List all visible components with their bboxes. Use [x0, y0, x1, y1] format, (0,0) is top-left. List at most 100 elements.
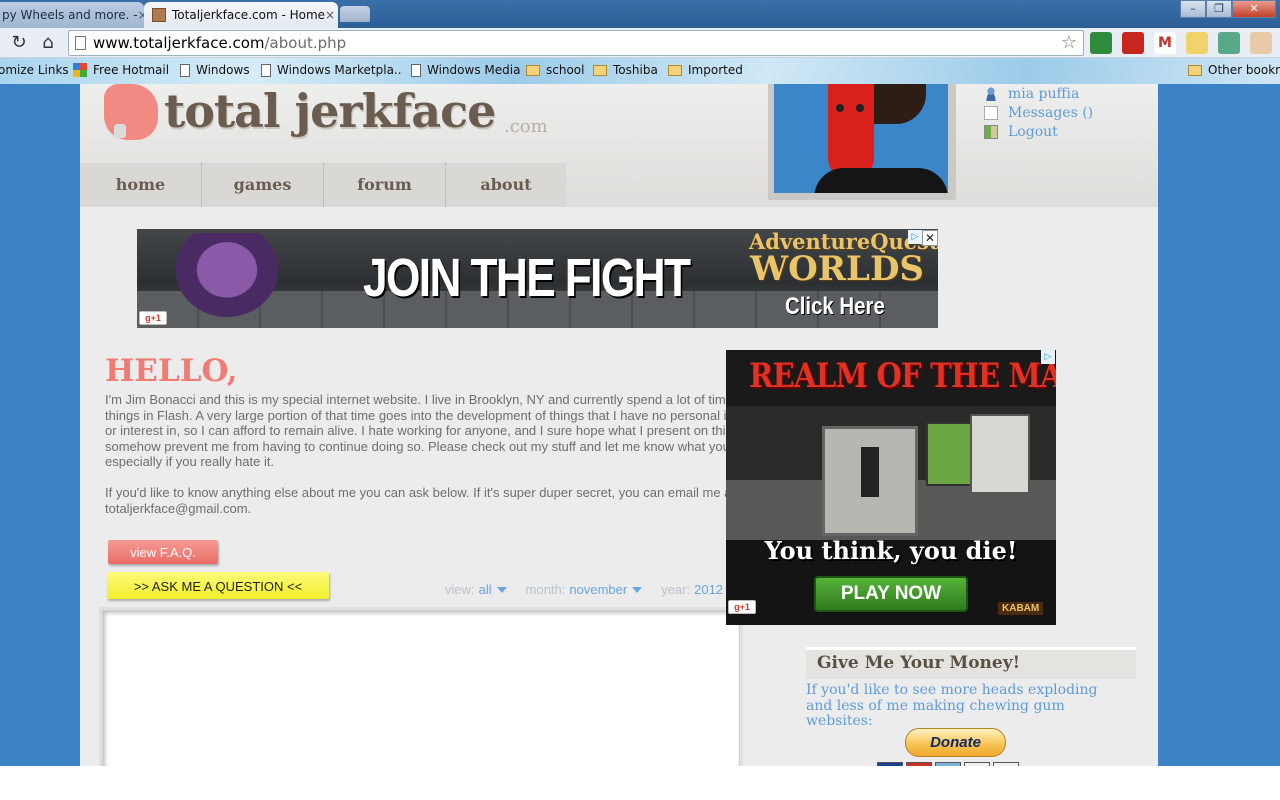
main-nav: home games forum about [80, 163, 566, 207]
google-plus-icon[interactable]: g+1 [139, 311, 167, 325]
window-controls: – ❐ ✕ [1180, 0, 1276, 18]
site-logo-text[interactable]: total jerkface [164, 84, 496, 138]
extension-creature-icon[interactable] [1218, 32, 1240, 54]
tab-title: py Wheels and more. - [2, 8, 138, 22]
donate-button[interactable]: Donate [905, 728, 1006, 757]
bookmark-windows-media[interactable]: Windows Media [411, 63, 520, 77]
nav-games[interactable]: games [202, 163, 324, 207]
page-title: HELLO, [105, 353, 238, 389]
site-header: total jerkface .com home games forum abo… [80, 84, 1158, 207]
address-bar[interactable]: www.totaljerkface.com/about.php ☆ [68, 30, 1084, 56]
extension-face-icon[interactable] [1250, 32, 1272, 54]
extension-book-icon[interactable] [1122, 32, 1144, 54]
browser-tab-2-active[interactable]: Totaljerkface.com - Home × [144, 2, 338, 28]
bookmark-folder-toshiba[interactable]: Toshiba [593, 63, 658, 77]
donate-section-heading: Give Me Your Money! [806, 647, 1136, 679]
home-icon[interactable]: ⌂ [37, 32, 59, 54]
bookmark-folder-school[interactable]: school [526, 63, 584, 77]
bookmark-label: Windows Marketpla.. [277, 63, 402, 77]
extension-avatar-icon[interactable] [1186, 32, 1208, 54]
page-icon [411, 63, 421, 77]
ad-skeleton-image [970, 414, 1030, 494]
ad-brand-line2: WORLDS [749, 249, 924, 289]
ad-click-here[interactable]: Click Here [785, 293, 885, 321]
ad-play-now-button[interactable]: PLAY NOW [814, 576, 968, 612]
logo-mascot-icon[interactable] [104, 84, 158, 140]
ad-knight-image [822, 426, 918, 536]
logout-link[interactable]: Logout [984, 122, 1093, 141]
reload-icon[interactable]: ↻ [8, 32, 30, 54]
logout-icon [984, 124, 998, 139]
page-icon [75, 36, 86, 50]
window-close-icon[interactable]: ✕ [1232, 0, 1276, 18]
folder-icon [1188, 64, 1202, 76]
tab-close-icon[interactable]: × [325, 8, 335, 22]
folder-icon [526, 64, 540, 76]
discover-icon [964, 762, 990, 766]
bookmark-label: Other bookm [1208, 63, 1280, 77]
ad-headline: JOIN THE FIGHT [363, 248, 691, 308]
url-host: www.totaljerkface.com [93, 34, 265, 52]
logout-label: Logout [1008, 123, 1058, 140]
folder-icon [593, 64, 607, 76]
minimize-icon[interactable]: – [1180, 0, 1206, 18]
tab-title: Totaljerkface.com - Home [172, 8, 326, 22]
page-icon [180, 63, 190, 77]
side-rectangle-ad[interactable]: REALM OF THE MAD GOD You think, you die!… [726, 350, 1056, 625]
page-icon [261, 63, 271, 77]
windows-logo-icon [73, 63, 87, 77]
filter-value: 2012 [694, 582, 724, 597]
extension-globe-icon[interactable] [1090, 32, 1112, 54]
new-tab-button[interactable] [340, 6, 370, 22]
nav-forum[interactable]: forum [324, 163, 446, 207]
view-filter-dropdown[interactable]: view: all [445, 582, 507, 597]
ask-question-button[interactable]: >> ASK ME A QUESTION << [107, 572, 329, 599]
adchoices-icon[interactable]: ▷ [908, 230, 922, 244]
questions-panel[interactable] [102, 610, 740, 766]
gmail-icon[interactable]: M [1154, 32, 1176, 54]
filter-value: november [569, 582, 628, 597]
ad-brand-logo: AdventureQuest WORLDS [749, 231, 938, 289]
restore-icon[interactable]: ❐ [1206, 0, 1232, 18]
donate-section-text: If you'd like to see more heads explodin… [806, 682, 1098, 729]
about-paragraph-2: If you'd like to know anything else abou… [105, 485, 736, 516]
bookmark-windows[interactable]: Windows [180, 63, 250, 77]
ad-monster-image [167, 233, 287, 325]
bookmark-other-bookmarks[interactable]: Other bookm [1188, 63, 1280, 77]
adchoices-icon[interactable]: ▷ [1041, 350, 1055, 364]
view-faq-button[interactable]: view F.A.Q. [108, 540, 218, 564]
bookmark-label: Imported [688, 63, 743, 77]
bookmark-label: Windows Media [427, 63, 521, 77]
bookmark-star-icon[interactable]: ☆ [1061, 31, 1077, 55]
bookmark-label: school [546, 63, 585, 77]
bookmark-folder-imported[interactable]: Imported [668, 63, 743, 77]
question-filters: view: all month: november year: 2012 [445, 582, 739, 597]
site-logo-suffix: .com [504, 116, 548, 137]
top-banner-ad[interactable]: JOIN THE FIGHT AdventureQuest WORLDS Cli… [137, 229, 938, 328]
browser-toolbar: ↻ ⌂ www.totaljerkface.com/about.php ☆ M [0, 28, 1280, 58]
messages-link[interactable]: Messages () [984, 103, 1093, 122]
favicon-icon [152, 8, 166, 22]
mastercard-icon [906, 762, 932, 766]
bookmark-label: Free Hotmail [93, 63, 170, 77]
browser-tab-1[interactable]: py Wheels and more. - × [0, 2, 144, 28]
extension-icons: M [1090, 32, 1272, 54]
bookmark-label: Toshiba [613, 63, 658, 77]
ad-brand-label: KABAM [998, 602, 1044, 615]
page-viewport: total jerkface .com home games forum abo… [0, 84, 1280, 766]
messages-label: Messages () [1008, 104, 1094, 121]
nav-home[interactable]: home [80, 163, 202, 207]
bookmark-free-hotmail[interactable]: Free Hotmail [73, 63, 169, 77]
nav-about[interactable]: about [446, 163, 566, 207]
bookmark-windows-marketplace[interactable]: Windows Marketpla.. [261, 63, 402, 77]
visa-icon [877, 762, 903, 766]
bank-icon [993, 762, 1019, 766]
user-menu: mia puffia Messages () Logout [984, 84, 1093, 141]
user-profile-link[interactable]: mia puffia [984, 84, 1093, 103]
bookmark-label: Windows [196, 63, 250, 77]
google-plus-icon[interactable]: g+1 [728, 600, 756, 614]
user-icon [984, 86, 998, 101]
bookmark-customize-links[interactable]: omize Links [0, 63, 69, 77]
ad-close-icon[interactable]: ✕ [922, 230, 938, 246]
month-filter-dropdown[interactable]: month: november [526, 582, 643, 597]
